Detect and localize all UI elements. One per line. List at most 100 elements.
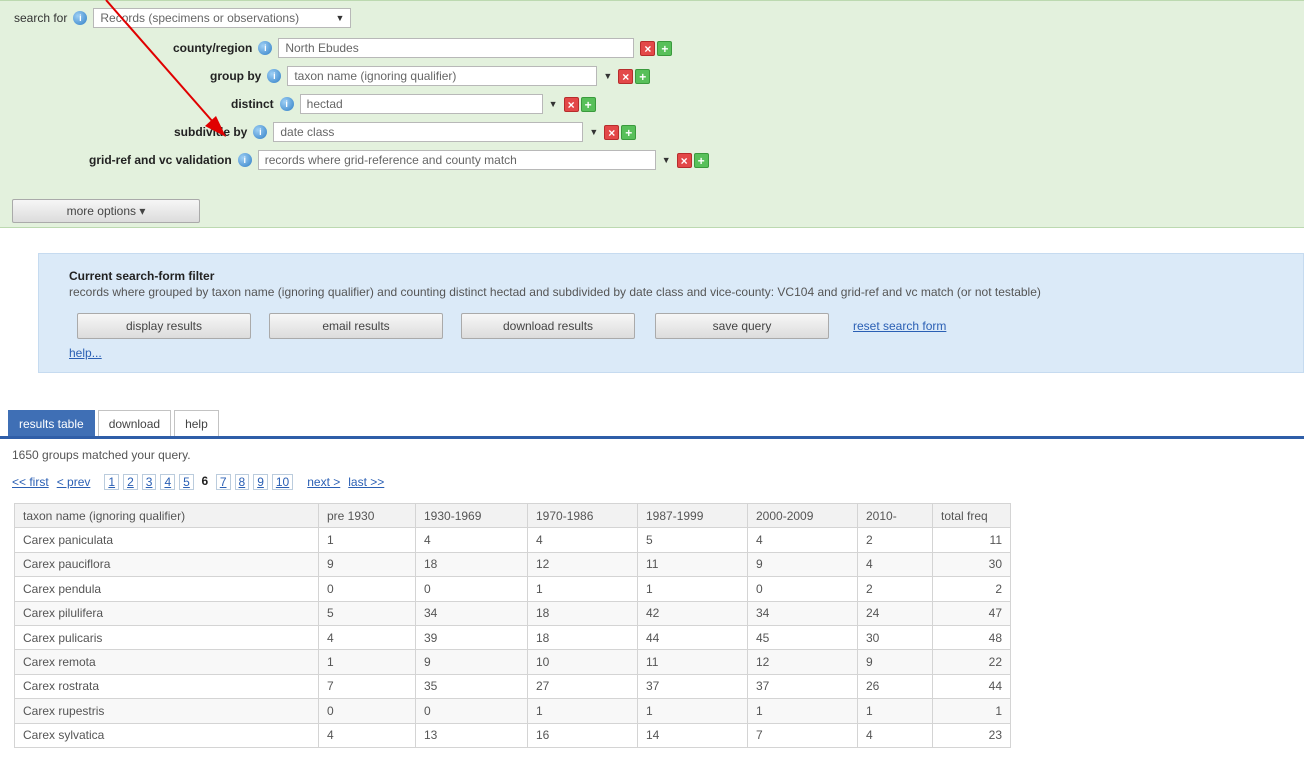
results-tabs: results table download help	[8, 410, 222, 438]
next-page-link[interactable]: next >	[307, 475, 340, 489]
count-cell: 13	[415, 722, 528, 748]
group-by-value: taxon name (ignoring qualifier)	[294, 69, 457, 83]
column-header[interactable]: total freq	[932, 502, 1011, 529]
table-row: Carex rupestris 0 0 1 1 1 1 1	[14, 698, 1011, 724]
count-cell: 2	[932, 576, 1011, 602]
add-row-icon[interactable]: +	[693, 152, 709, 168]
count-cell: 22	[932, 649, 1011, 675]
remove-row-icon[interactable]: ×	[563, 96, 579, 112]
column-header[interactable]: taxon name (ignoring qualifier)	[14, 502, 319, 529]
page-link[interactable]: 1	[104, 474, 120, 490]
page-link[interactable]: 10	[271, 474, 294, 490]
count-cell: 37	[637, 673, 748, 700]
grid-ref-validation-value: records where grid-reference and county …	[264, 153, 517, 167]
remove-row-icon[interactable]: ×	[640, 40, 656, 56]
dropdown-arrow-icon: ▼	[603, 71, 613, 81]
count-cell: 11	[932, 527, 1011, 553]
info-icon[interactable]: i	[279, 97, 294, 111]
count-cell: 11	[637, 551, 748, 578]
county-region-value: North Ebudes	[285, 41, 359, 55]
table-row: Carex remota 1 9 10 11 12 9 22	[14, 649, 1011, 675]
taxon-name-cell: Carex remota	[14, 649, 319, 675]
remove-row-icon[interactable]: ×	[676, 152, 692, 168]
column-header[interactable]: pre 1930	[318, 502, 416, 529]
column-header[interactable]: 2000-2009	[747, 502, 858, 529]
count-cell: 42	[637, 600, 748, 626]
first-page-link[interactable]: << first	[12, 475, 49, 489]
count-cell: 4	[857, 551, 933, 578]
add-row-icon[interactable]: +	[657, 40, 673, 56]
tab-download[interactable]: download	[97, 410, 172, 436]
count-cell: 4	[747, 527, 858, 553]
count-cell: 9	[415, 649, 528, 675]
count-cell: 1	[527, 576, 638, 602]
distinct-row: distinct i hectad ▼ × +	[231, 93, 596, 115]
count-cell: 34	[747, 600, 858, 626]
search-for-select[interactable]: Records (specimens or observations) ▼	[93, 8, 352, 28]
column-header[interactable]: 2010-	[857, 502, 933, 529]
display-results-button[interactable]: display results	[77, 313, 251, 339]
distinct-label: distinct	[231, 97, 274, 111]
last-page-link[interactable]: last >>	[348, 475, 384, 489]
table-row: Carex paniculata 1 4 4 5 4 2 11	[14, 527, 1011, 553]
search-for-value: Records (specimens or observations)	[100, 11, 300, 25]
column-header[interactable]: 1930-1969	[415, 502, 528, 529]
distinct-select[interactable]: hectad	[299, 94, 543, 114]
group-by-select[interactable]: taxon name (ignoring qualifier)	[287, 66, 598, 86]
subdivide-by-value: date class	[280, 125, 335, 139]
count-cell: 1	[637, 698, 748, 724]
count-cell: 30	[932, 551, 1011, 578]
tab-results-table[interactable]: results table	[8, 410, 95, 436]
page-link[interactable]: 7	[215, 474, 231, 490]
remove-row-icon[interactable]: ×	[604, 124, 620, 140]
group-by-row: group by i taxon name (ignoring qualifie…	[210, 65, 651, 87]
email-results-button[interactable]: email results	[269, 313, 443, 339]
count-cell: 1	[857, 698, 933, 724]
table-header-row: taxon name (ignoring qualifier) pre 1930…	[14, 502, 1011, 529]
count-cell: 9	[857, 649, 933, 675]
page-link[interactable]: 5	[179, 474, 194, 490]
info-icon[interactable]: i	[73, 11, 88, 25]
page-link[interactable]: 4	[160, 474, 176, 490]
filter-description: records where grouped by taxon name (ign…	[69, 285, 1041, 299]
count-cell: 1	[932, 698, 1011, 724]
taxon-name-cell: Carex pulicaris	[14, 624, 319, 651]
current-filter-panel: Current search-form filter records where…	[38, 253, 1304, 373]
add-row-icon[interactable]: +	[621, 124, 637, 140]
county-region-input[interactable]: North Ebudes	[278, 38, 635, 58]
distinct-value: hectad	[306, 97, 343, 111]
prev-page-link[interactable]: < prev	[57, 475, 91, 489]
results-summary: 1650 groups matched your query.	[12, 448, 191, 462]
reset-search-form-link[interactable]: reset search form	[853, 319, 946, 333]
info-icon[interactable]: i	[237, 153, 252, 167]
dropdown-arrow-icon: ▼	[661, 155, 671, 165]
page-link[interactable]: 9	[253, 474, 268, 490]
page-link[interactable]: 3	[141, 474, 157, 490]
tab-help[interactable]: help	[174, 410, 219, 436]
add-row-icon[interactable]: +	[635, 68, 651, 84]
more-options-button[interactable]: more options ▾	[12, 199, 200, 223]
taxon-name-cell: Carex rostrata	[14, 673, 319, 700]
page-link[interactable]: 2	[123, 474, 138, 490]
taxon-name-cell: Carex paniculata	[14, 527, 319, 553]
download-results-button[interactable]: download results	[461, 313, 635, 339]
grid-ref-validation-row: grid-ref and vc validation i records whe…	[89, 149, 709, 171]
column-header[interactable]: 1987-1999	[637, 502, 748, 529]
grid-ref-validation-select[interactable]: records where grid-reference and county …	[257, 150, 656, 170]
help-link[interactable]: help...	[69, 346, 102, 360]
info-icon[interactable]: i	[258, 41, 273, 55]
add-row-icon[interactable]: +	[580, 96, 596, 112]
count-cell: 4	[527, 527, 638, 553]
count-cell: 30	[857, 624, 933, 651]
column-header[interactable]: 1970-1986	[527, 502, 638, 529]
save-query-button[interactable]: save query	[655, 313, 829, 339]
info-icon[interactable]: i	[253, 125, 268, 139]
table-row: Carex pauciflora 9 18 12 11 9 4 30	[14, 551, 1011, 578]
table-row: Carex pendula 0 0 1 1 0 2 2	[14, 576, 1011, 602]
count-cell: 4	[857, 722, 933, 748]
page-link[interactable]: 8	[234, 474, 250, 490]
table-row: Carex pulicaris 4 39 18 44 45 30 48	[14, 624, 1011, 651]
remove-row-icon[interactable]: ×	[618, 68, 634, 84]
subdivide-by-select[interactable]: date class	[273, 122, 584, 142]
info-icon[interactable]: i	[267, 69, 282, 83]
